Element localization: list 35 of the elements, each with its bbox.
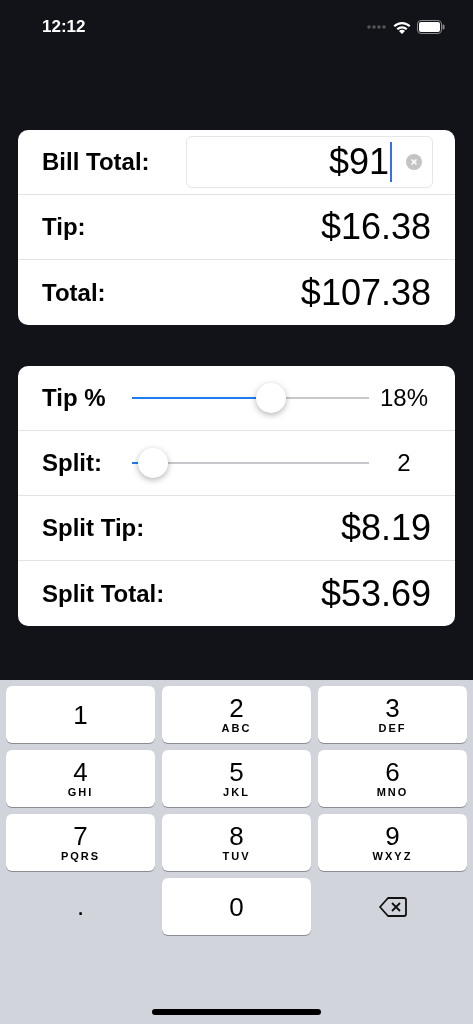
slider-reading: 18% xyxy=(378,383,429,413)
status-time: 12:12 xyxy=(42,16,86,39)
keypad-key[interactable]: 6 MNO xyxy=(318,750,467,807)
row-label: Total: xyxy=(42,277,106,308)
row-value: $16.38 xyxy=(320,205,431,249)
keypad-key[interactable]: 7 PQRS xyxy=(6,814,155,871)
slider[interactable] xyxy=(132,448,369,478)
slider-label: Split: xyxy=(42,448,103,478)
row-value: $107.38 xyxy=(300,270,431,315)
keypad-key[interactable]: 4 GHI xyxy=(6,750,155,807)
keypad-key[interactable]: 8 TUV xyxy=(162,814,311,871)
row-value: $8.19 xyxy=(340,506,431,550)
battery-icon xyxy=(417,20,445,34)
keypad-key[interactable]: 0 xyxy=(162,878,311,935)
keypad-key[interactable]: 1 xyxy=(6,686,155,743)
wifi-icon xyxy=(393,20,411,34)
decimal-key[interactable]: . xyxy=(6,878,155,935)
slider-label: Tip % xyxy=(42,383,107,413)
slider-thumb[interactable] xyxy=(138,448,169,478)
slider[interactable] xyxy=(132,383,369,413)
keypad-key[interactable]: 2 ABC xyxy=(162,686,311,743)
clear-icon[interactable] xyxy=(406,154,422,170)
delete-icon[interactable] xyxy=(378,896,407,917)
keypad-key[interactable]: 9 WXYZ xyxy=(318,814,467,871)
signal-icon xyxy=(367,25,387,29)
slider-thumb[interactable] xyxy=(255,383,286,413)
keypad-key[interactable]: 3 DEF xyxy=(318,686,467,743)
bill-label: Bill Total: xyxy=(42,147,151,177)
row-label: Split Total: xyxy=(42,578,165,609)
row-label: Split Tip: xyxy=(42,513,145,543)
row-label: Tip: xyxy=(42,212,86,242)
slider-reading: 2 xyxy=(396,448,412,478)
bill-input-field[interactable]: $91 xyxy=(186,136,433,188)
row-value: $53.69 xyxy=(320,571,431,616)
keypad-key[interactable]: 5 JKL xyxy=(162,750,311,807)
